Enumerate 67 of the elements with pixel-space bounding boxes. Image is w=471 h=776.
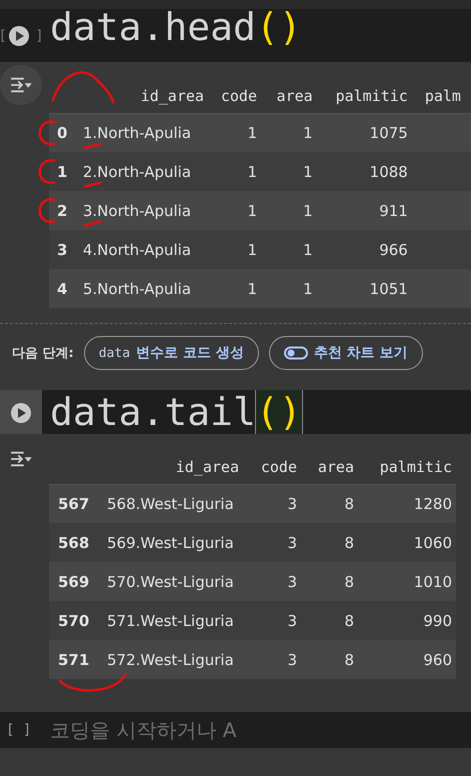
table-cell: 569.West-Liguria — [107, 534, 234, 552]
table-cell: 1 — [303, 280, 313, 298]
column-header: code — [220, 86, 257, 104]
table-cell: 8 — [344, 534, 354, 552]
column-header: id_area — [176, 458, 239, 476]
column-header: palmitic — [380, 458, 452, 476]
table-cell: 1 — [303, 162, 313, 180]
table-cell: 911 — [379, 202, 408, 220]
column-header: palm — [424, 86, 461, 104]
table-cell: 1 — [247, 124, 257, 142]
table-cell: 1 — [303, 202, 313, 220]
table-cell: 1051 — [370, 280, 408, 298]
table-cell: 570.West-Liguria — [107, 572, 234, 590]
table-cell: 3 — [287, 534, 297, 552]
table-cell: 966 — [379, 240, 408, 258]
row-index: 568 — [58, 534, 90, 552]
table-cell: 1 — [247, 202, 257, 220]
table-cell: 1280 — [414, 494, 452, 513]
row-index: 1 — [57, 162, 68, 180]
column-header: area — [276, 86, 313, 104]
table-cell: 1 — [247, 280, 257, 298]
row-index: 569 — [58, 572, 90, 590]
code-line: data.head() — [50, 9, 302, 49]
table-cell: 8 — [344, 494, 354, 513]
table-cell: 3 — [287, 612, 297, 630]
column-header: area — [318, 458, 354, 476]
row-index: 570 — [58, 612, 90, 630]
table-cell: 3 — [287, 494, 297, 513]
run-button[interactable]: [ ] — [0, 25, 44, 47]
table-cell: 1060 — [414, 534, 452, 552]
column-header: palmitic — [336, 86, 408, 104]
table-cell: 572.West-Liguria — [107, 650, 234, 668]
table-cell: 571.West-Liguria — [107, 612, 234, 630]
table-cell: 5.North-Apulia — [82, 280, 192, 298]
table-cell: 3.North-Apulia — [82, 202, 192, 220]
execution-count: [ ] — [5, 722, 32, 738]
table-cell: 1010 — [414, 572, 452, 590]
column-header: code — [260, 458, 297, 476]
table-cell: 8 — [344, 650, 354, 668]
table-cell: 1075 — [370, 124, 408, 142]
table-cell: 990 — [423, 612, 452, 630]
table-cell: 568.West-Liguria — [107, 494, 234, 513]
chart-suggestion-button[interactable]: 추천 차트 보기 — [268, 336, 423, 370]
table-cell: 8 — [344, 612, 354, 630]
table-cell: 1 — [303, 240, 313, 258]
table-cell: 1 — [247, 240, 257, 258]
next-steps-label: 다음 단계: — [12, 345, 74, 362]
table-cell: 1 — [303, 124, 313, 142]
column-header: id_area — [140, 86, 204, 104]
table-cell: 960 — [423, 650, 452, 668]
table-cell: 3 — [287, 650, 297, 668]
code-line: data.tail() — [50, 390, 302, 434]
row-index: 567 — [58, 494, 90, 513]
table-cell: 3 — [287, 572, 297, 590]
table-cell: 4.North-Apulia — [82, 240, 192, 258]
table-cell: 2.North-Apulia — [82, 162, 192, 180]
row-index: 0 — [57, 124, 68, 142]
table-cell: 1 — [247, 162, 257, 180]
row-index: 4 — [57, 280, 68, 298]
generate-code-button[interactable]: data 변수로 코드 생성 — [84, 336, 259, 370]
table-cell: 1.North-Apulia — [82, 124, 192, 142]
table-cell: 8 — [344, 572, 354, 590]
row-index: 3 — [57, 240, 68, 258]
row-index: 571 — [58, 650, 90, 668]
code-editor[interactable]: data.head() — [42, 9, 471, 62]
table-cell: 1088 — [370, 162, 408, 180]
row-index: 2 — [57, 202, 68, 220]
